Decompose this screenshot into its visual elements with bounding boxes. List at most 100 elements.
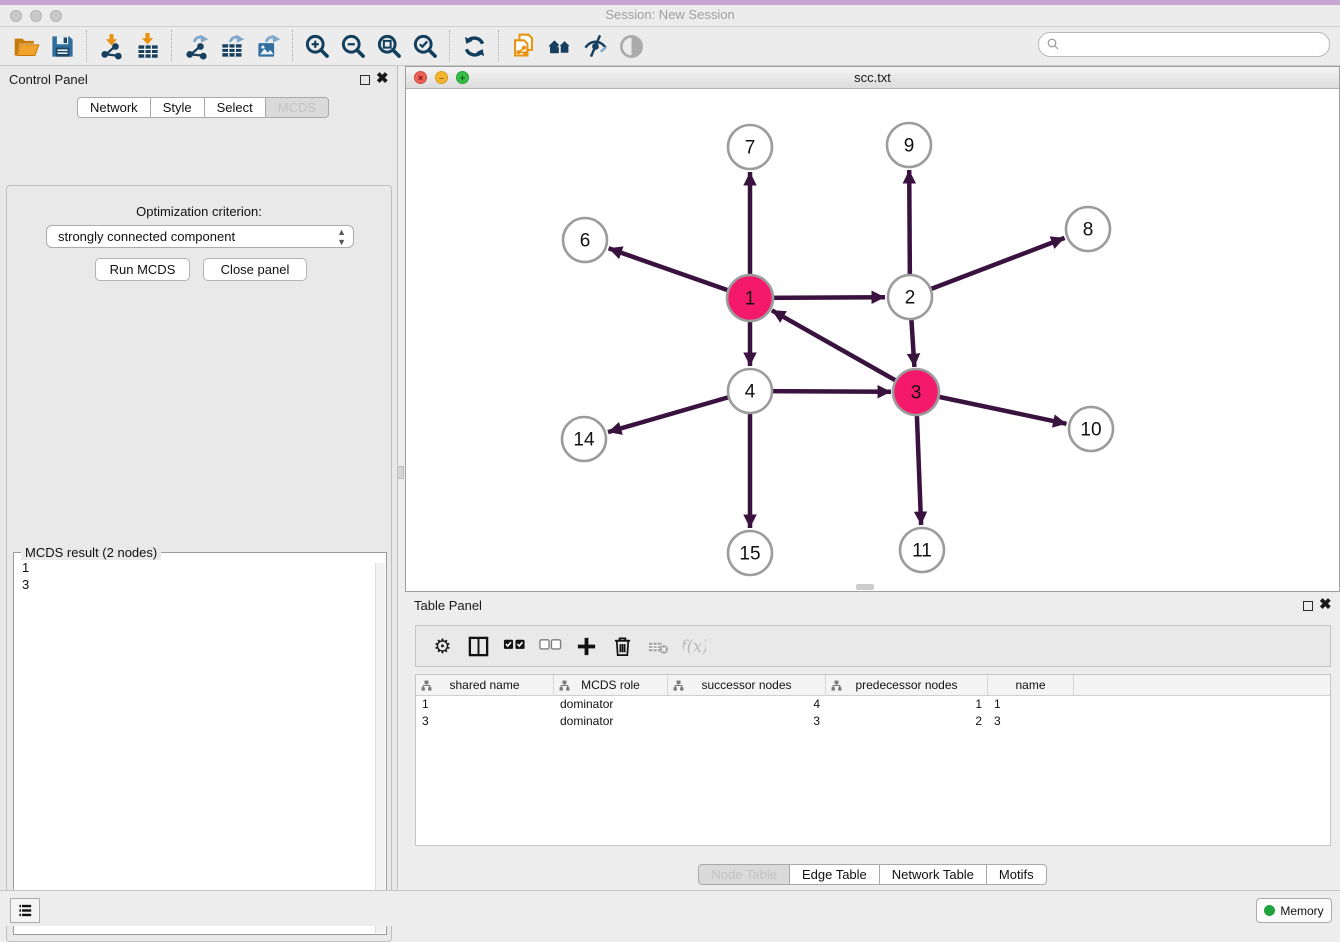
tab-select[interactable]: Select xyxy=(205,97,266,118)
save-session-icon xyxy=(49,33,76,60)
table-panel-close-icon[interactable]: ✖ xyxy=(1319,595,1332,613)
graph-node-label: 9 xyxy=(904,136,915,157)
graph-edge-3-1[interactable] xyxy=(772,310,916,392)
select-all-button[interactable] xyxy=(496,629,532,663)
network-hscrollbar[interactable] xyxy=(856,584,874,590)
tab-style[interactable]: Style xyxy=(151,97,205,118)
graph-node-label: 6 xyxy=(580,231,591,252)
result-scrollbar[interactable] xyxy=(375,563,385,933)
function-builder-button[interactable]: f(x) xyxy=(676,629,712,663)
column-edit-icon xyxy=(559,680,570,691)
export-image-button[interactable] xyxy=(250,29,286,63)
column-header-predecessor-nodes[interactable]: predecessor nodes xyxy=(826,675,988,696)
control-panel-title: Control Panel xyxy=(9,72,88,87)
tab-motifs[interactable]: Motifs xyxy=(987,864,1047,885)
table-cell[interactable]: 1 xyxy=(416,696,554,713)
node-table: shared nameMCDS role successor nodes prede… xyxy=(415,674,1331,846)
table-body: 1dominator4113dominator323 xyxy=(416,696,1330,730)
add-column-button[interactable] xyxy=(568,629,604,663)
zoom-in-button[interactable] xyxy=(299,29,335,63)
table-cell[interactable]: 3 xyxy=(668,713,826,730)
toolbar-separator xyxy=(292,30,293,62)
control-panel-close-icon[interactable]: ✖ xyxy=(376,69,389,87)
houses-button[interactable] xyxy=(541,29,577,63)
control-panel-float-icon[interactable] xyxy=(360,75,370,85)
graph-node-label: 3 xyxy=(911,383,922,404)
control-panel-tabs: NetworkStyleSelectMCDS xyxy=(77,97,329,118)
graph-node-label: 1 xyxy=(745,289,756,310)
close-panel-button[interactable]: Close panel xyxy=(203,258,307,281)
column-header-MCDS-role[interactable]: MCDS role xyxy=(554,675,668,696)
zoom-out-icon xyxy=(340,33,367,60)
criterion-dropdown[interactable]: strongly connected component ▲▼ xyxy=(46,225,354,248)
table-row[interactable]: 3dominator323 xyxy=(416,713,1330,730)
column-header-shared-name[interactable]: shared name xyxy=(416,675,554,696)
level-of-detail-button[interactable] xyxy=(613,29,649,63)
table-toolbar: ⚙ f(x) xyxy=(415,625,1331,667)
column-header-label: successor nodes xyxy=(701,678,791,692)
search-box[interactable] xyxy=(1038,32,1330,57)
hide-graphics-button[interactable] xyxy=(577,29,613,63)
zoom-fit-button[interactable] xyxy=(371,29,407,63)
column-header-successor-nodes[interactable]: successor nodes xyxy=(668,675,826,696)
apply-layout-icon xyxy=(461,33,488,60)
graph-edge-2-8[interactable] xyxy=(910,238,1065,297)
network-graph: 7968124314101511 xyxy=(406,89,1339,591)
tab-edge-table[interactable]: Edge Table xyxy=(790,864,880,885)
toolbar-separator xyxy=(171,30,172,62)
zoom-out-button[interactable] xyxy=(335,29,371,63)
save-session-button[interactable] xyxy=(44,29,80,63)
tab-network-table[interactable]: Network Table xyxy=(880,864,987,885)
list-icon xyxy=(17,902,34,919)
tab-node-table[interactable]: Node Table xyxy=(698,864,790,885)
table-panel-float-icon[interactable] xyxy=(1303,601,1313,611)
export-network-button[interactable] xyxy=(178,29,214,63)
clone-network-button[interactable] xyxy=(505,29,541,63)
memory-label: Memory xyxy=(1280,904,1323,918)
zoom-selected-button[interactable] xyxy=(407,29,443,63)
task-history-button[interactable] xyxy=(10,898,40,923)
graph-node-label: 10 xyxy=(1080,420,1101,441)
splitter-grip[interactable] xyxy=(397,466,404,479)
open-session-button[interactable] xyxy=(8,29,44,63)
column-layout-button[interactable] xyxy=(460,629,496,663)
table-cell[interactable]: 2 xyxy=(826,713,988,730)
table-cell[interactable]: 1 xyxy=(988,696,1074,713)
svg-text:f(x): f(x) xyxy=(683,637,706,656)
control-panel: Control Panel ✖ NetworkStyleSelectMCDS O… xyxy=(0,66,398,890)
table-cell[interactable]: dominator xyxy=(554,696,668,713)
import-table-icon xyxy=(134,33,161,60)
settings-button[interactable]: ⚙ xyxy=(424,629,460,663)
deselect-all-icon xyxy=(539,635,562,658)
table-cell[interactable]: 3 xyxy=(988,713,1074,730)
window-titlebar: Session: New Session xyxy=(0,0,1340,27)
network-canvas[interactable]: 7968124314101511 xyxy=(406,89,1339,591)
tab-network[interactable]: Network xyxy=(77,97,151,118)
table-cell[interactable]: dominator xyxy=(554,713,668,730)
network-window-titlebar[interactable]: × – + scc.txt xyxy=(406,67,1339,89)
memory-button[interactable]: Memory xyxy=(1256,898,1332,923)
column-edit-icon xyxy=(831,680,842,691)
import-network-button[interactable] xyxy=(93,29,129,63)
search-input[interactable] xyxy=(1061,35,1329,55)
open-session-icon xyxy=(13,33,40,60)
table-row[interactable]: 1dominator411 xyxy=(416,696,1330,713)
table-cell[interactable]: 4 xyxy=(668,696,826,713)
deselect-all-button[interactable] xyxy=(532,629,568,663)
table-cell[interactable]: 1 xyxy=(826,696,988,713)
graph-node-label: 2 xyxy=(905,288,916,309)
graph-node-label: 15 xyxy=(739,544,760,565)
import-network-icon xyxy=(98,33,125,60)
column-header-name[interactable]: name xyxy=(988,675,1074,696)
delete-table-button[interactable] xyxy=(640,629,676,663)
import-table-button[interactable] xyxy=(129,29,165,63)
export-table-button[interactable] xyxy=(214,29,250,63)
delete-table-icon xyxy=(647,635,670,658)
run-mcds-button[interactable]: Run MCDS xyxy=(95,258,190,281)
apply-layout-button[interactable] xyxy=(456,29,492,63)
hide-graphics-icon xyxy=(582,33,609,60)
delete-column-button[interactable] xyxy=(604,629,640,663)
table-cell[interactable]: 3 xyxy=(416,713,554,730)
tab-mcds[interactable]: MCDS xyxy=(266,97,329,118)
table-tabs: Node TableEdge TableNetwork TableMotifs xyxy=(405,864,1340,885)
